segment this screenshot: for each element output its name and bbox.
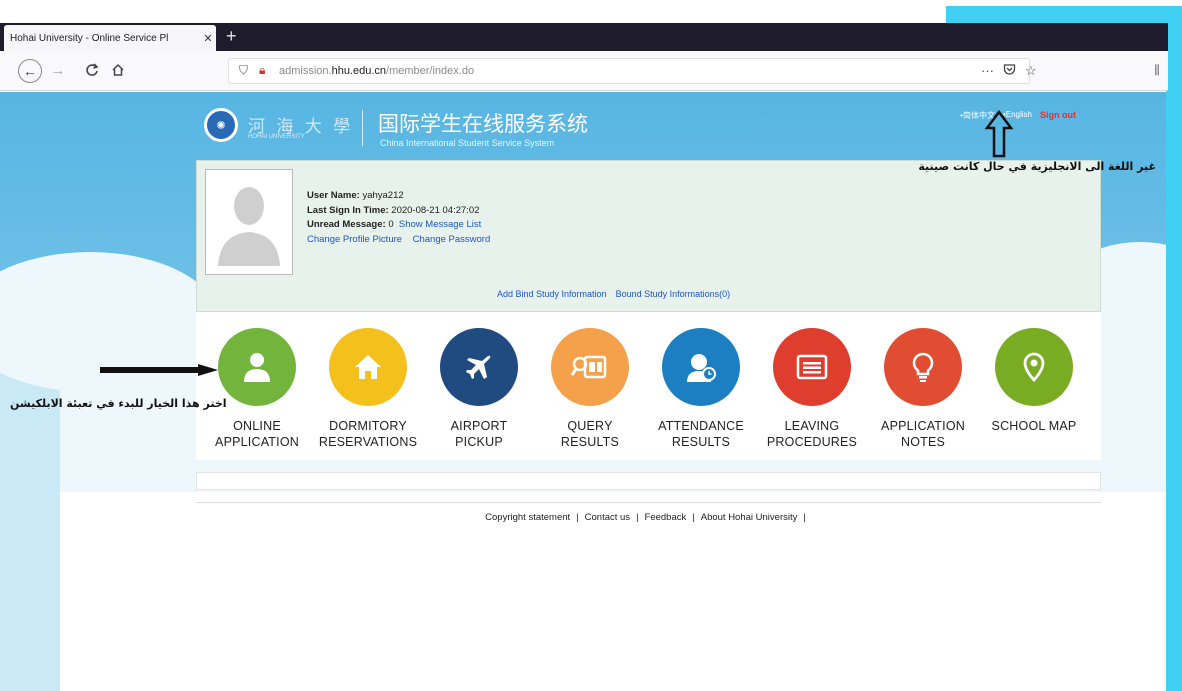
menu-label-line1: QUERY — [567, 419, 613, 433]
browser-tab[interactable]: Hohai University - Online Service Pl ✕ — [4, 25, 216, 51]
forward-button[interactable]: → — [50, 59, 66, 81]
new-tab-button[interactable]: + — [226, 26, 237, 47]
user-icon — [218, 328, 296, 406]
menu-item-query-results[interactable]: QUERY RESULTS — [535, 328, 645, 450]
copyright-link[interactable]: Copyright statement — [485, 512, 570, 523]
change-password-link[interactable]: Change Password — [413, 234, 491, 245]
menu-label-line1: ATTENDANCE — [658, 419, 744, 433]
show-message-list-link[interactable]: Show Message List — [399, 219, 481, 230]
home-icon — [329, 328, 407, 406]
system-title-cn: 国际学生在线服务系统 — [378, 112, 588, 136]
star-icon[interactable]: ☆ — [1025, 63, 1037, 79]
home-button[interactable] — [108, 59, 128, 81]
reload-button[interactable] — [82, 59, 102, 81]
menu-label-line2: APPLICATION — [215, 435, 299, 449]
library-icon[interactable]: ⫼ — [1150, 59, 1164, 81]
browser-tab-bar: Hohai University - Online Service Pl ✕ + — [0, 23, 1168, 51]
language-annotation: غير اللغة الى الانجليزية في حال كانت صين… — [918, 160, 1156, 173]
menu-item-attendance-results[interactable]: ATTENDANCE RESULTS — [646, 328, 756, 450]
footer-separator: | — [576, 512, 579, 523]
web-page: ✺ 河 海 大 學 HOHAI UNIVERSITY 国际学生在线服务系统 Ch… — [0, 92, 1166, 691]
site-header: ✺ 河 海 大 學 HOHAI UNIVERSITY 国际学生在线服务系统 Ch… — [196, 100, 1101, 162]
screenshot-stage: Hohai University - Online Service Pl ✕ +… — [0, 0, 1182, 691]
map-pin-icon — [995, 328, 1073, 406]
unread-count: 0 — [388, 219, 394, 230]
menu-item-dormitory-reservations[interactable]: DORMITORY RESERVATIONS — [313, 328, 423, 450]
menu-label-line2: NOTES — [900, 435, 946, 449]
list-icon — [773, 328, 851, 406]
add-bind-study-link[interactable]: Add Bind Study Information — [497, 289, 607, 299]
back-button[interactable]: ← — [18, 59, 42, 83]
profile-panel: User Name: yahya212 Last Sign In Time: 2… — [196, 160, 1101, 312]
shield-icon: ⛉ — [239, 63, 249, 77]
url-text: admission.hhu.edu.cn/member/index.do — [279, 65, 475, 77]
close-tab-icon[interactable]: ✕ — [200, 32, 216, 45]
user-info: User Name: yahya212 Last Sign In Time: 2… — [307, 189, 490, 247]
pocket-icon[interactable] — [1003, 63, 1016, 79]
user-name-label: User Name: — [307, 190, 360, 201]
decorative-frame-right — [1166, 6, 1182, 691]
avatar — [205, 169, 293, 275]
menu-label-line1: LEAVING — [784, 419, 840, 433]
unread-label: Unread Message: — [307, 219, 386, 230]
query-icon — [551, 328, 629, 406]
insecure-lock-icon: 🔒︎ — [259, 63, 266, 77]
browser-navbar: ← → ⛉ 🔒︎ admission.hhu.edu.cn/member/ind… — [0, 51, 1168, 91]
default-avatar-icon — [206, 170, 292, 274]
right-arrow-annotation-icon — [100, 364, 218, 376]
footer-separator: | — [803, 512, 806, 523]
reload-icon — [86, 63, 99, 76]
feedback-link[interactable]: Feedback — [645, 512, 687, 523]
service-menu: ONLINE APPLICATION DORMITORY RESERVATIONS … — [196, 312, 1101, 460]
menu-label-line1: DORMITORY — [329, 419, 407, 433]
last-sign-label: Last Sign In Time: — [307, 204, 389, 216]
menu-label-line2: RESULTS — [671, 435, 731, 449]
lightbulb-icon — [884, 328, 962, 406]
menu-label-line1: ONLINE — [233, 419, 281, 433]
arrow-right-icon: → — [50, 61, 66, 79]
study-info-links: Add Bind Study Information Bound Study I… — [497, 289, 730, 299]
footer-links: Copyright statement | Contact us | Feedback |… — [196, 512, 1101, 523]
up-arrow-annotation-icon — [984, 110, 1014, 158]
menu-label-line2: PICKUP — [455, 435, 503, 449]
menu-label-line1: APPLICATION — [881, 419, 965, 433]
footer-divider — [196, 502, 1101, 503]
change-profile-picture-link[interactable]: Change Profile Picture — [307, 234, 402, 245]
menu-item-online-application[interactable]: ONLINE APPLICATION — [202, 328, 312, 450]
menu-label-line1: AIRPORT — [450, 419, 508, 433]
menu-label-line2: RESULTS — [560, 435, 620, 449]
bound-study-link[interactable]: Bound Study Informations(0) — [616, 289, 731, 299]
empty-panel — [196, 472, 1101, 490]
footer-separator: | — [692, 512, 695, 523]
footer-separator: | — [636, 512, 639, 523]
menu-item-airport-pickup[interactable]: AIRPORT PICKUP — [424, 328, 534, 450]
header-divider — [362, 110, 363, 146]
airplane-icon — [440, 328, 518, 406]
page-actions-icon[interactable]: ··· — [981, 63, 994, 78]
url-bar[interactable]: ⛉ 🔒︎ admission.hhu.edu.cn/member/index.d… — [228, 58, 1037, 84]
about-link[interactable]: About Hohai University — [701, 512, 798, 523]
menu-item-application-notes[interactable]: APPLICATION NOTES — [868, 328, 978, 450]
arrow-left-icon: ← — [23, 63, 37, 79]
contact-link[interactable]: Contact us — [585, 512, 630, 523]
menu-label-line2: RESERVATIONS — [318, 435, 418, 449]
attendance-icon — [662, 328, 740, 406]
menu-label-line2: PROCEDURES — [766, 435, 858, 449]
home-icon — [112, 63, 124, 76]
start-annotation: اختر هذا الخيار للبدء في تعبئة الابلكيشن — [10, 397, 227, 410]
system-title-en: China International Student Service Syst… — [380, 138, 555, 148]
university-seal-icon: ✺ — [204, 108, 238, 142]
tab-title: Hohai University - Online Service Pl — [10, 32, 169, 44]
university-logo-en: HOHAI UNIVERSITY — [248, 134, 305, 140]
menu-item-leaving-procedures[interactable]: LEAVING PROCEDURES — [757, 328, 867, 450]
menu-item-school-map[interactable]: SCHOOL MAP — [979, 328, 1089, 434]
language-links: •简体中文 •English Sign out — [960, 110, 1076, 121]
menu-label-line1: SCHOOL MAP — [991, 419, 1077, 433]
user-name-value: yahya212 — [362, 190, 404, 201]
last-sign-value: 2020-08-21 04:27:02 — [391, 204, 480, 216]
sign-out-link[interactable]: Sign out — [1040, 110, 1076, 121]
